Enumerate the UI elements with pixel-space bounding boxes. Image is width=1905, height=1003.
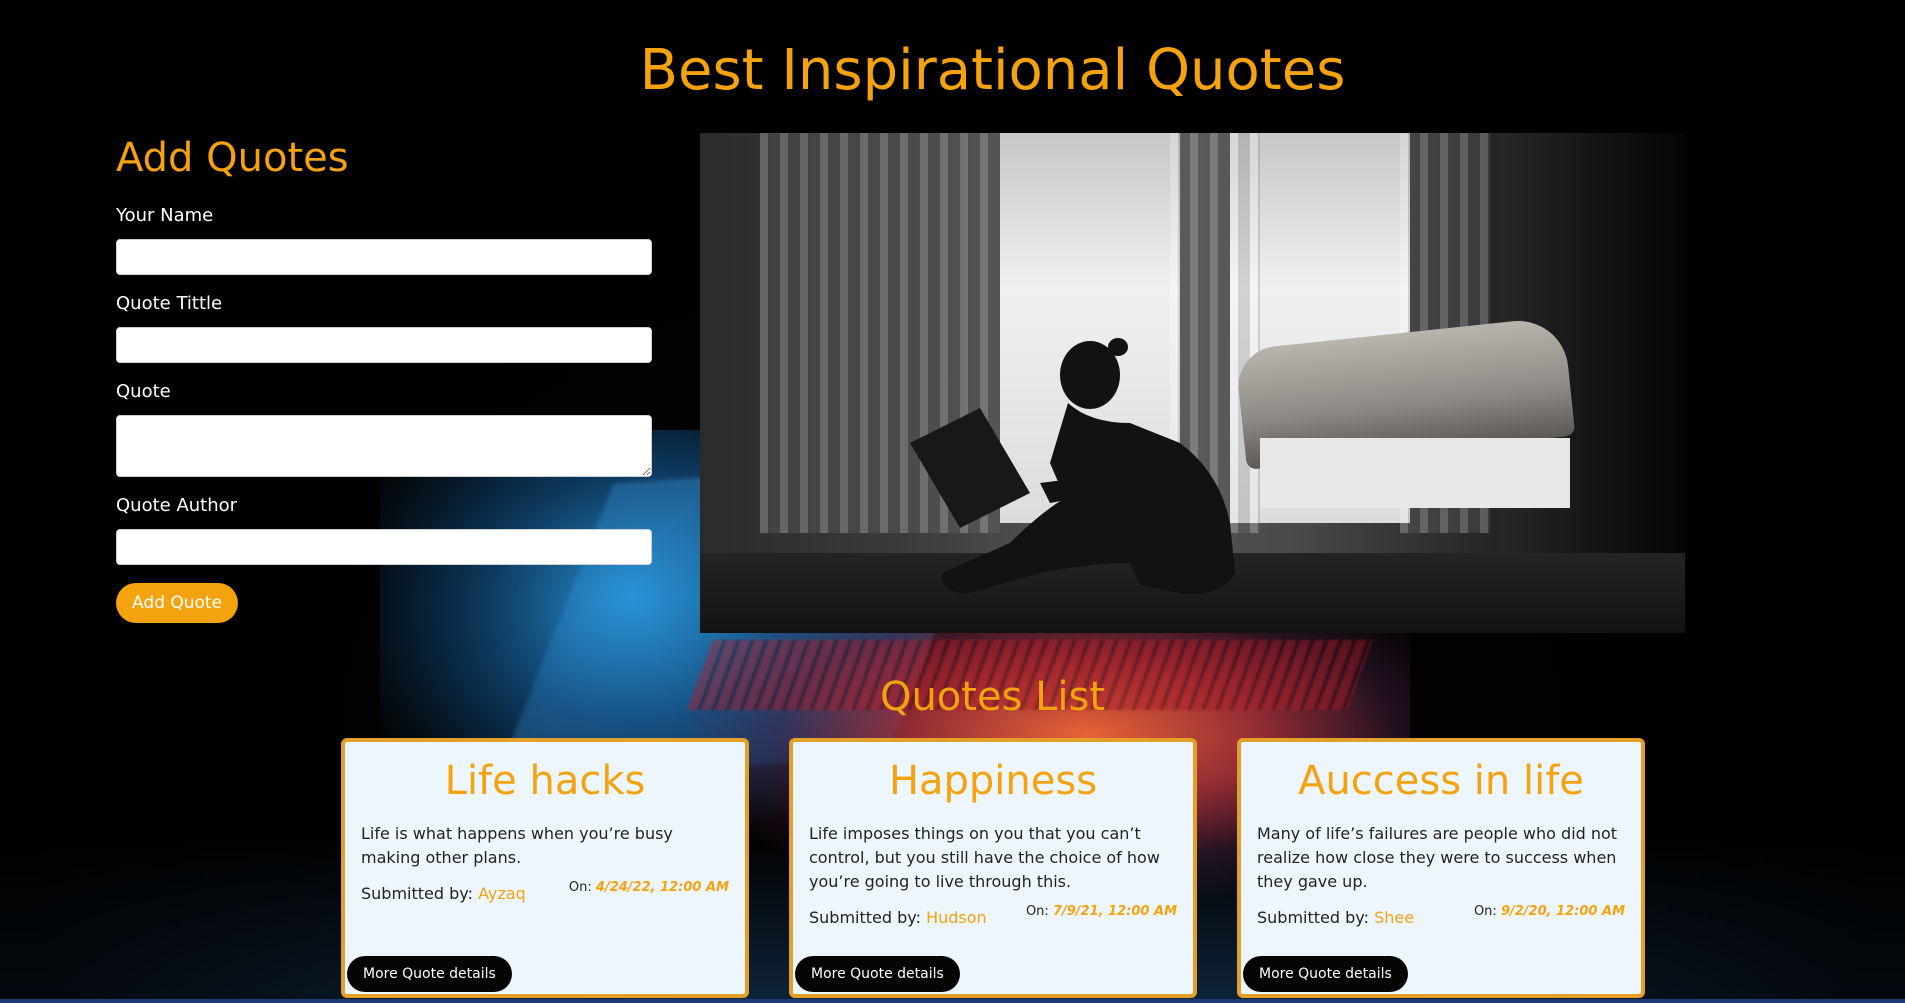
quote-card-text: Life imposes things on you that you can’… — [809, 824, 1160, 891]
quotes-list-heading: Quotes List — [879, 674, 1106, 720]
more-quote-details-button[interactable]: More Quote details — [347, 956, 512, 992]
quote-card: Happiness Life imposes things on you tha… — [789, 738, 1197, 998]
submitted-on: On: 7/9/21, 12:00 AM — [1026, 904, 1177, 919]
quote-card-text: Life is what happens when you’re busy ma… — [361, 824, 673, 867]
quote-card-meta: Submitted by: Hudson On: 7/9/21, 12:00 A… — [809, 904, 1177, 932]
quote-card-meta: Submitted by: Ayzaq On: 4/24/22, 12:00 A… — [361, 880, 729, 908]
submitted-date: 9/2/20, 12:00 AM — [1500, 904, 1625, 919]
submitted-on: On: 4/24/22, 12:00 AM — [569, 880, 729, 895]
quote-author-label: Quote Author — [116, 495, 238, 516]
date-label: On: — [568, 880, 592, 895]
quote-card: Auccess in life Many of life’s failures … — [1237, 738, 1645, 998]
submitted-by: Submitted by: Shee — [1257, 908, 1414, 927]
your-name-input[interactable] — [116, 239, 652, 275]
add-quote-form: Add Quotes Your Name Quote Tittle Quote … — [116, 133, 654, 623]
quote-card-title: Happiness — [888, 758, 1098, 804]
quote-title-label: Quote Tittle — [116, 293, 223, 314]
submitted-by-label: Submitted by: — [809, 908, 921, 927]
hero-image — [700, 133, 1685, 633]
quotes-list: Life hacks Life is what happens when you… — [341, 738, 1649, 1003]
reading-person-silhouette — [910, 338, 1235, 594]
submitted-by-label: Submitted by: — [1257, 908, 1369, 927]
page-title: Best Inspirational Quotes — [639, 38, 1346, 103]
more-quote-details-button[interactable]: More Quote details — [1243, 956, 1408, 992]
quote-card-text: Many of life’s failures are people who d… — [1257, 824, 1618, 891]
submitted-by: Submitted by: Ayzaq — [361, 884, 526, 903]
submitted-by: Submitted by: Hudson — [809, 908, 987, 927]
submitted-by-label: Submitted by: — [361, 884, 473, 903]
your-name-label: Your Name — [116, 205, 214, 226]
submitted-on: On: 9/2/20, 12:00 AM — [1474, 904, 1625, 919]
form-heading: Add Quotes — [116, 135, 349, 181]
quote-card-title: Life hacks — [444, 758, 646, 804]
quote-card-meta: Submitted by: Shee On: 9/2/20, 12:00 AM — [1257, 904, 1625, 932]
submitted-date: 4/24/22, 12:00 AM — [595, 880, 729, 895]
submitter-name: Shee — [1374, 908, 1415, 927]
more-quote-details-button[interactable]: More Quote details — [795, 956, 960, 992]
submitter-name: Ayzaq — [478, 884, 526, 903]
quote-card: Life hacks Life is what happens when you… — [341, 738, 749, 998]
quote-card-title: Auccess in life — [1298, 758, 1584, 804]
date-label: On: — [1473, 904, 1497, 919]
submitted-date: 7/9/21, 12:00 AM — [1052, 904, 1177, 919]
date-label: On: — [1025, 904, 1049, 919]
add-quote-button[interactable]: Add Quote — [116, 583, 238, 623]
quote-label: Quote — [116, 381, 171, 402]
quote-author-input[interactable] — [116, 529, 652, 565]
quote-textarea[interactable] — [116, 415, 652, 477]
quote-title-input[interactable] — [116, 327, 652, 363]
submitter-name: Hudson — [926, 908, 987, 927]
